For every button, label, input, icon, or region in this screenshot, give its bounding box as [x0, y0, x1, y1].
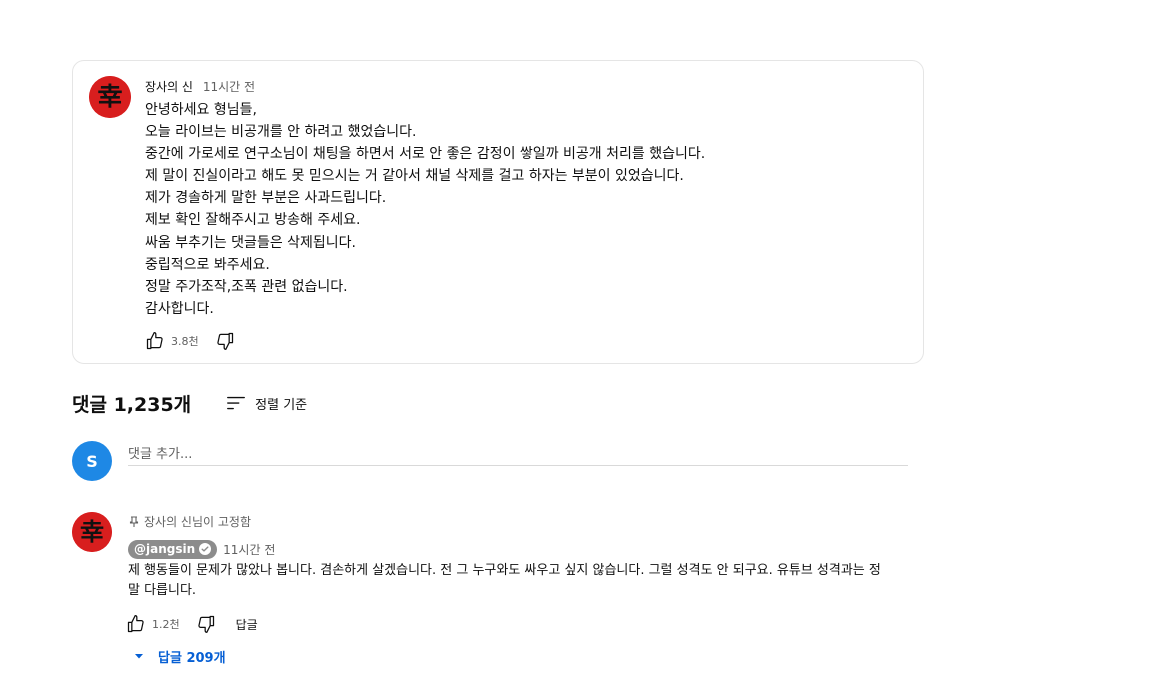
user-initial: S — [86, 451, 98, 471]
sort-button[interactable]: 정렬 기준 — [225, 390, 307, 416]
pinned-indicator: 장사의 신님이 고정함 — [128, 513, 251, 530]
sort-label: 정렬 기준 — [255, 397, 308, 413]
post-line: 제가 경솔하게 말한 부분은 사과드립니다. — [145, 190, 387, 207]
pinned-label: 장사의 신님이 고정함 — [144, 515, 251, 529]
comments-header: 댓글 1,235개 정렬 기준 — [72, 390, 307, 416]
like-button[interactable] — [143, 329, 167, 353]
caret-down-icon — [132, 649, 146, 663]
post-author-name[interactable]: 장사의 신 — [145, 80, 193, 94]
replies-toggle[interactable]: 답글 209개 — [132, 646, 226, 666]
author-handle: @jangsin — [134, 542, 196, 556]
post-header: 장사의 신 11시간 전 — [145, 78, 255, 95]
post-line: 싸움 부추기는 댓글들은 삭제됩니다. — [145, 234, 356, 251]
comment-meta: @jangsin 11시간 전 — [128, 539, 275, 559]
comment-like-count: 1.2천 — [152, 618, 180, 631]
comment-actions: 1.2천 답글 — [124, 612, 258, 636]
post-line: 제 말이 진실이라고 해도 못 믿으시는 거 같아서 채널 삭제를 걸고 하자는… — [145, 168, 684, 185]
post-line: 제보 확인 잘해주시고 방송해 주세요. — [145, 212, 361, 229]
post-line: 중립적으로 봐주세요. — [145, 256, 270, 273]
add-comment-input[interactable]: 댓글 추가... — [128, 438, 908, 466]
sort-icon — [227, 396, 246, 410]
comment-dislike-button[interactable] — [194, 612, 218, 636]
dislike-button[interactable] — [213, 329, 237, 353]
user-avatar[interactable]: S — [72, 441, 112, 481]
channel-avatar[interactable]: 幸 — [89, 76, 131, 118]
thumbs-down-icon — [197, 615, 214, 633]
commenter-avatar[interactable]: 幸 — [72, 512, 112, 552]
thumbs-up-icon — [127, 615, 144, 633]
verified-icon — [199, 543, 212, 555]
author-handle-chip[interactable]: @jangsin — [128, 539, 218, 559]
like-count: 3.8천 — [171, 335, 199, 348]
post-body: 안녕하세요 형님들, 오늘 라이브는 비공개를 안 하려고 했었습니다. 중간에… — [145, 99, 905, 320]
avatar-glyph: 幸 — [97, 82, 122, 111]
post-line: 중간에 가로세로 연구소님이 채팅을 하면서 서로 안 좋은 감정이 쌓일까 비… — [145, 146, 706, 163]
comment-text: 제 행동들이 문제가 많았나 봅니다. 겸손하게 살겠습니다. 전 그 누구와도… — [128, 563, 881, 598]
post-actions: 3.8천 — [143, 329, 237, 353]
community-post-card: 幸 장사의 신 11시간 전 안녕하세요 형님들, 오늘 라이브는 비공개를 안… — [72, 60, 924, 364]
replies-label: 답글 209개 — [158, 650, 226, 666]
add-comment-placeholder: 댓글 추가... — [128, 447, 193, 462]
comments-count: 댓글 1,235개 — [72, 393, 192, 416]
thumbs-up-icon — [146, 332, 163, 350]
post-timestamp[interactable]: 11시간 전 — [203, 80, 255, 94]
thumbs-down-icon — [216, 332, 233, 350]
post-line: 감사합니다. — [145, 300, 214, 317]
post-line: 정말 주가조작,조폭 관련 없습니다. — [145, 278, 348, 295]
comment-like-button[interactable] — [124, 612, 148, 636]
pin-icon — [128, 515, 140, 529]
post-line: 오늘 라이브는 비공개를 안 하려고 했었습니다. — [145, 124, 417, 141]
avatar-glyph: 幸 — [80, 517, 104, 546]
post-line: 안녕하세요 형님들, — [145, 102, 257, 118]
reply-button[interactable]: 답글 — [236, 616, 258, 633]
comment-timestamp[interactable]: 11시간 전 — [223, 541, 275, 558]
